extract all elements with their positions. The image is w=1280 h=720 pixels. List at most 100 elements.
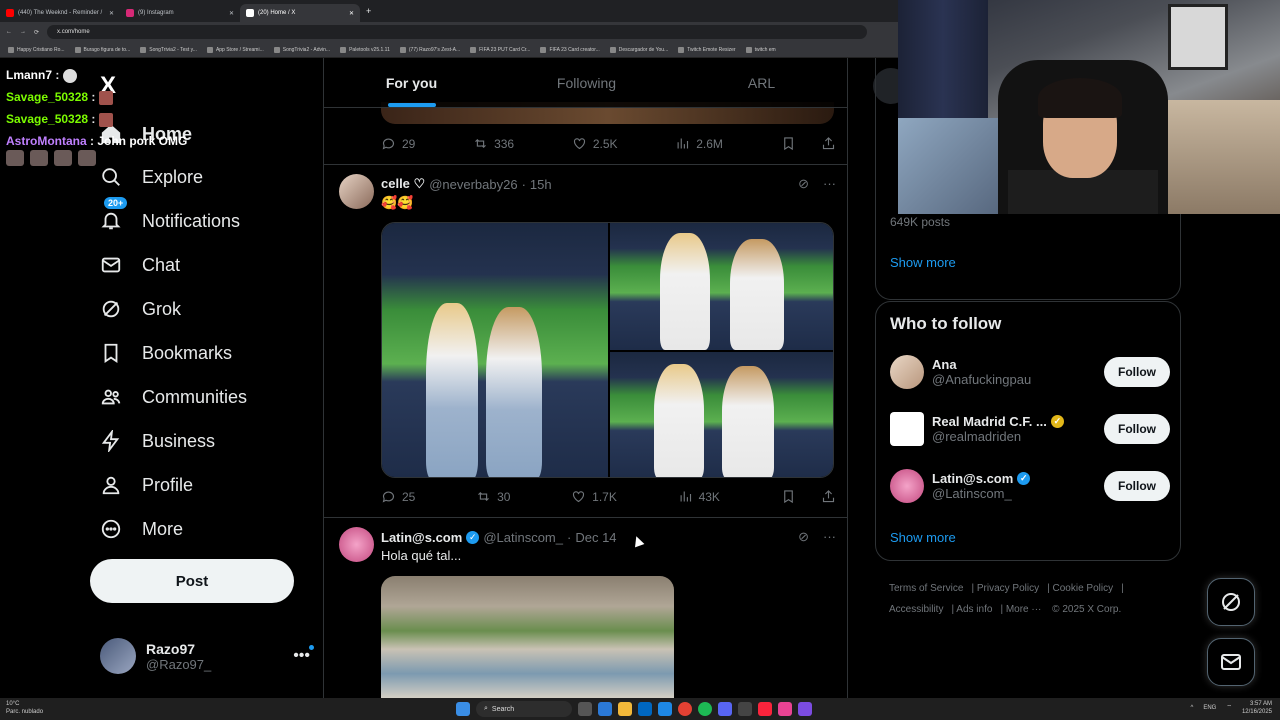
- avatar[interactable]: [339, 174, 374, 209]
- browser-tab-youtube[interactable]: (440) The Weeknd - Reminder / ✕: [0, 4, 120, 22]
- app-icon[interactable]: [798, 702, 812, 716]
- tab-following[interactable]: Following: [499, 58, 674, 107]
- tweet-photo[interactable]: [382, 223, 608, 477]
- tweet-photo[interactable]: [381, 576, 674, 698]
- bookmark-icon[interactable]: [781, 489, 796, 504]
- chrome-icon[interactable]: [678, 702, 692, 716]
- nav-notifications[interactable]: 20+ Notifications: [100, 197, 240, 239]
- follow-button[interactable]: Follow: [1104, 414, 1170, 444]
- nav-grok[interactable]: Grok: [100, 291, 181, 327]
- share-icon[interactable]: [821, 136, 836, 151]
- follow-button[interactable]: Follow: [1104, 357, 1170, 387]
- obs-icon[interactable]: [738, 702, 752, 716]
- discord-icon[interactable]: [718, 702, 732, 716]
- bookmark-item[interactable]: Twitch Emote Resizer: [678, 46, 736, 53]
- tab-for-you[interactable]: For you: [324, 58, 499, 107]
- show-more-link[interactable]: Show more: [890, 530, 956, 545]
- avatar[interactable]: [339, 527, 374, 562]
- forward-icon[interactable]: →: [20, 29, 26, 35]
- bookmark-item[interactable]: SongTrivia2 - Test y...: [140, 46, 197, 53]
- follow-suggestion[interactable]: Ana @Anafuckingpau Follow: [890, 350, 1170, 394]
- like-button[interactable]: 2.5K: [572, 136, 618, 151]
- footer-link[interactable]: Privacy Policy: [977, 583, 1039, 594]
- footer-link[interactable]: Cookie Policy: [1053, 583, 1114, 594]
- tweet-photo[interactable]: [610, 352, 833, 477]
- windows-start-icon[interactable]: [456, 702, 470, 716]
- file-explorer-icon[interactable]: [618, 702, 632, 716]
- views-button[interactable]: 43K: [678, 489, 720, 504]
- bookmark-item[interactable]: SongTrivia2 - Advin...: [273, 46, 330, 53]
- browser-tab-instagram[interactable]: (9) Instagram ✕: [120, 4, 240, 22]
- taskbar-search[interactable]: ⌕ Search: [476, 701, 572, 717]
- wifi-icon[interactable]: ⌔: [1226, 704, 1232, 712]
- follow-suggestion[interactable]: Latin@s.com ✓ @Latinscom_ Follow: [890, 464, 1170, 508]
- task-view-icon[interactable]: [578, 702, 592, 716]
- bookmark-item[interactable]: FIFA 23 PUT Card Cr...: [470, 46, 530, 53]
- repost-button[interactable]: 336: [473, 136, 514, 151]
- clock-time[interactable]: 3:57 AM: [1242, 700, 1272, 708]
- footer-link[interactable]: Accessibility: [889, 604, 943, 615]
- nav-chat[interactable]: Chat: [100, 247, 180, 283]
- bookmark-item[interactable]: Happy Cristiano Ro...: [8, 46, 65, 53]
- follow-button[interactable]: Follow: [1104, 471, 1170, 501]
- views-button[interactable]: 2.6M: [675, 136, 723, 151]
- bookmark-item[interactable]: Burago figura de to...: [74, 46, 130, 53]
- clock-date[interactable]: 12/16/2025: [1242, 708, 1272, 716]
- bookmark-item[interactable]: Paletools v25.1.11: [340, 46, 390, 53]
- app-icon[interactable]: [778, 702, 792, 716]
- close-icon[interactable]: ✕: [229, 10, 234, 17]
- grok-icon[interactable]: ⊘: [798, 529, 809, 545]
- nav-more[interactable]: More: [100, 511, 183, 547]
- follow-suggestion[interactable]: Real Madrid C.F. ... ✓ @realmadriden Follo…: [890, 407, 1170, 451]
- close-icon[interactable]: ✕: [109, 10, 114, 17]
- nav-business[interactable]: Business: [100, 423, 215, 459]
- weather-widget[interactable]: 10°C Parc. nublado: [6, 700, 43, 716]
- author-name[interactable]: Latin@s.com: [381, 530, 462, 545]
- like-button[interactable]: 1.7K: [571, 489, 617, 504]
- back-icon[interactable]: ←: [6, 29, 12, 35]
- account-switcher[interactable]: Razo97 @Razo97_ •••: [100, 638, 314, 674]
- repost-button[interactable]: 30: [476, 489, 510, 504]
- author-handle[interactable]: @Latinscom_: [483, 530, 563, 545]
- reply-button[interactable]: 29: [381, 136, 415, 151]
- browser-tab-x[interactable]: (20) Home / X ✕: [240, 4, 360, 22]
- bookmark-item[interactable]: twitch em: [745, 46, 776, 53]
- store-icon[interactable]: [638, 702, 652, 716]
- show-more-link[interactable]: Show more: [890, 255, 956, 270]
- tab-arl[interactable]: ARL: [674, 58, 847, 107]
- tweet-time[interactable]: Dec 14: [575, 530, 616, 545]
- author-handle[interactable]: @neverbaby26: [429, 177, 517, 192]
- footer-link[interactable]: More ···: [1006, 604, 1042, 615]
- more-horizontal-icon[interactable]: •••: [293, 645, 314, 665]
- grok-fab[interactable]: [1207, 578, 1255, 626]
- bookmark-item[interactable]: Descargador de You...: [609, 46, 668, 53]
- messages-fab[interactable]: [1207, 638, 1255, 686]
- bookmark-item[interactable]: FIFA 23 Card creator...: [540, 46, 600, 53]
- bookmark-item[interactable]: App Store / Streami...: [206, 46, 264, 53]
- mail-app-icon[interactable]: [658, 702, 672, 716]
- reload-icon[interactable]: ⟳: [34, 29, 39, 36]
- nav-communities[interactable]: Communities: [100, 379, 247, 415]
- grok-icon[interactable]: ⊘: [798, 176, 809, 192]
- footer-link[interactable]: Terms of Service: [889, 583, 963, 594]
- bookmark-icon[interactable]: [781, 136, 796, 151]
- address-bar[interactable]: x.com/home: [47, 25, 868, 39]
- close-icon[interactable]: ✕: [349, 10, 354, 17]
- tray-lang[interactable]: ENG: [1203, 704, 1216, 712]
- share-icon[interactable]: [821, 489, 836, 504]
- nav-bookmarks[interactable]: Bookmarks: [100, 335, 232, 371]
- reply-button[interactable]: 25: [381, 489, 415, 504]
- chevron-up-icon[interactable]: ^: [1190, 704, 1193, 712]
- new-tab-button[interactable]: +: [366, 6, 371, 16]
- bookmark-item[interactable]: (77) Razo97's Zest-A...: [399, 46, 460, 53]
- tweet-time[interactable]: 15h: [530, 177, 552, 192]
- more-horizontal-icon[interactable]: ···: [823, 176, 836, 192]
- spotify-icon[interactable]: [698, 702, 712, 716]
- footer-link[interactable]: Ads info: [956, 604, 992, 615]
- music-icon[interactable]: [758, 702, 772, 716]
- more-horizontal-icon[interactable]: ···: [823, 529, 836, 545]
- nav-profile[interactable]: Profile: [100, 467, 193, 503]
- author-name[interactable]: celle ♡: [381, 176, 425, 192]
- tweet-photo[interactable]: [610, 223, 833, 350]
- edge-icon[interactable]: [598, 702, 612, 716]
